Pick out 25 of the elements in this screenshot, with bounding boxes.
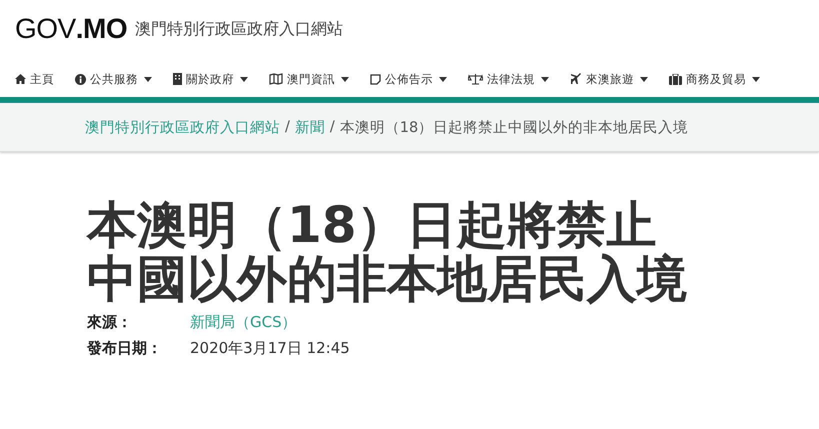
meta-label: 來源： [87, 312, 133, 332]
meta-label: 發布日期： [87, 338, 163, 358]
meta-value: 2020年3月17日 12:45 [190, 338, 350, 358]
nav-menu-item[interactable]: 法律法規 [468, 72, 549, 86]
breadcrumb-separator: / [330, 119, 335, 135]
info-icon [75, 74, 86, 84]
plane-icon [570, 73, 582, 85]
nav-menu-item[interactable]: 澳門資訊 [269, 72, 349, 86]
note-icon [370, 74, 381, 84]
site-name: 澳門特別行政區政府入口網站 [135, 18, 344, 40]
map-icon [269, 73, 283, 85]
article-title: 本澳明（18）日起將禁止中國以外的非本地居民入境 [87, 198, 688, 306]
breadcrumb-current: 本澳明（18）日起將禁止中國以外的非本地居民入境 [340, 118, 688, 136]
nav-menu-item[interactable]: 商務及貿易 [669, 72, 760, 86]
building-icon [173, 73, 182, 85]
briefcase-icon [669, 74, 682, 84]
home-icon [15, 74, 26, 84]
breadcrumb-separator: / [285, 119, 290, 135]
scale-icon [468, 73, 483, 85]
nav-menu-item[interactable]: 關於政府 [173, 72, 248, 86]
nav-menu-item[interactable]: 公佈告示 [370, 72, 447, 86]
logo[interactable]: GOV.MO [15, 13, 128, 45]
nav-menu-item[interactable]: 主頁 [15, 72, 54, 86]
nav-menu-item[interactable]: 來澳旅遊 [570, 72, 648, 86]
nav-menu-item[interactable]: 公共服務 [75, 72, 152, 86]
